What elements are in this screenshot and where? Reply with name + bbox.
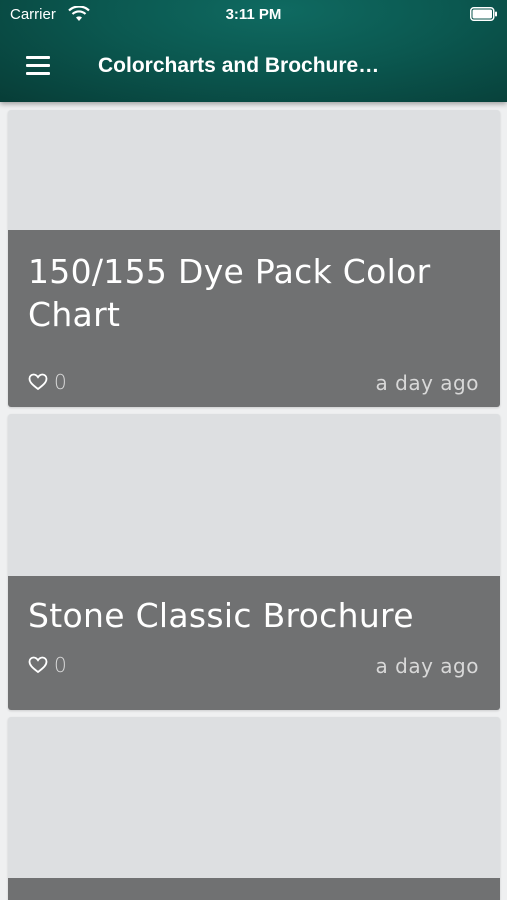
- heart-icon[interactable]: [28, 373, 48, 391]
- timestamp: a day ago: [375, 654, 479, 678]
- card-caption-overlay: 150/155 Dye Pack Color Chart 0 a day ago: [8, 230, 500, 407]
- page-title: Colorcharts and Brochure…: [98, 54, 380, 77]
- like-count: 0: [54, 370, 67, 394]
- card-image-placeholder: [8, 414, 500, 576]
- card-caption-overlay: [8, 878, 500, 900]
- app-header: Carrier 3:11 PM Colorcharts and Brochure…: [0, 0, 507, 102]
- battery-icon: [470, 7, 497, 21]
- hamburger-menu-icon[interactable]: [22, 52, 54, 80]
- card-caption-overlay: Stone Classic Brochure 0 a day ago: [8, 576, 500, 710]
- list-item[interactable]: 150/155 Dye Pack Color Chart 0 a day ago: [8, 110, 500, 407]
- card-title: Stone Classic Brochure: [28, 596, 414, 635]
- list-item[interactable]: [8, 717, 500, 900]
- card-image-placeholder: [8, 110, 500, 230]
- heart-icon[interactable]: [28, 656, 48, 674]
- list-item[interactable]: Stone Classic Brochure 0 a day ago: [8, 414, 500, 710]
- like-count: 0: [54, 653, 67, 677]
- card-image-placeholder: [8, 717, 500, 878]
- status-time: 3:11 PM: [225, 6, 282, 23]
- card-title: 150/155 Dye Pack Color Chart: [28, 252, 431, 334]
- timestamp: a day ago: [375, 371, 479, 395]
